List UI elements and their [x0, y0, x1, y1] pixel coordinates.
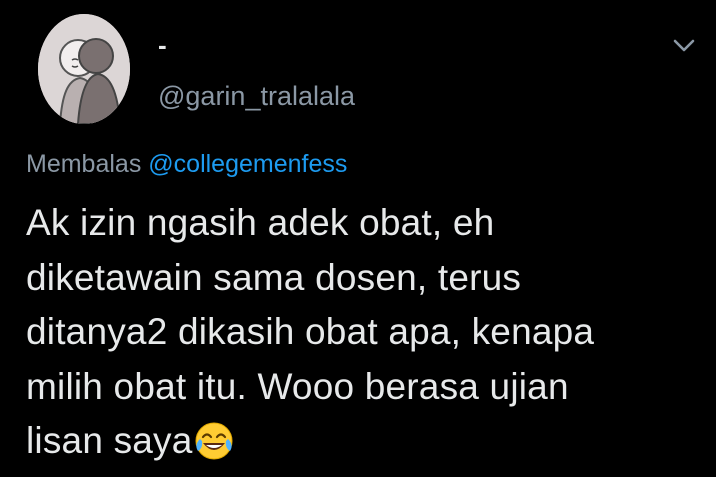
tweet-text-line: diketawain sama dosen, terus: [26, 256, 522, 298]
face-with-tears-of-joy-icon: [194, 421, 234, 477]
user-avatar[interactable]: [38, 14, 130, 124]
author-handle[interactable]: @garin_tralalala: [158, 80, 355, 112]
avatar-illustration-icon: [38, 14, 130, 124]
tweet-text-line: milih obat itu. Wooo berasa ujian: [26, 365, 569, 407]
reply-context: Membalas @collegemenfess: [26, 148, 347, 180]
tweet-text-line: Ak izin ngasih adek obat, eh: [26, 202, 495, 243]
tweet-text: Ak izin ngasih adek obat, eh diketawain …: [26, 196, 706, 477]
author-display-name[interactable]: -: [158, 30, 167, 60]
tweet-text-line: ditanya2 dikasih obat apa, kenapa: [26, 311, 595, 352]
tweet-text-last-words: lisan saya: [26, 420, 193, 461]
chevron-down-icon[interactable]: [668, 30, 700, 62]
tweet-text-line-last: lisan saya: [26, 414, 706, 477]
reply-mention-link[interactable]: @collegemenfess: [148, 150, 347, 178]
reply-prefix: Membalas: [26, 150, 142, 178]
tweet-card[interactable]: - @garin_tralalala Membalas @collegemenf…: [0, 0, 716, 476]
